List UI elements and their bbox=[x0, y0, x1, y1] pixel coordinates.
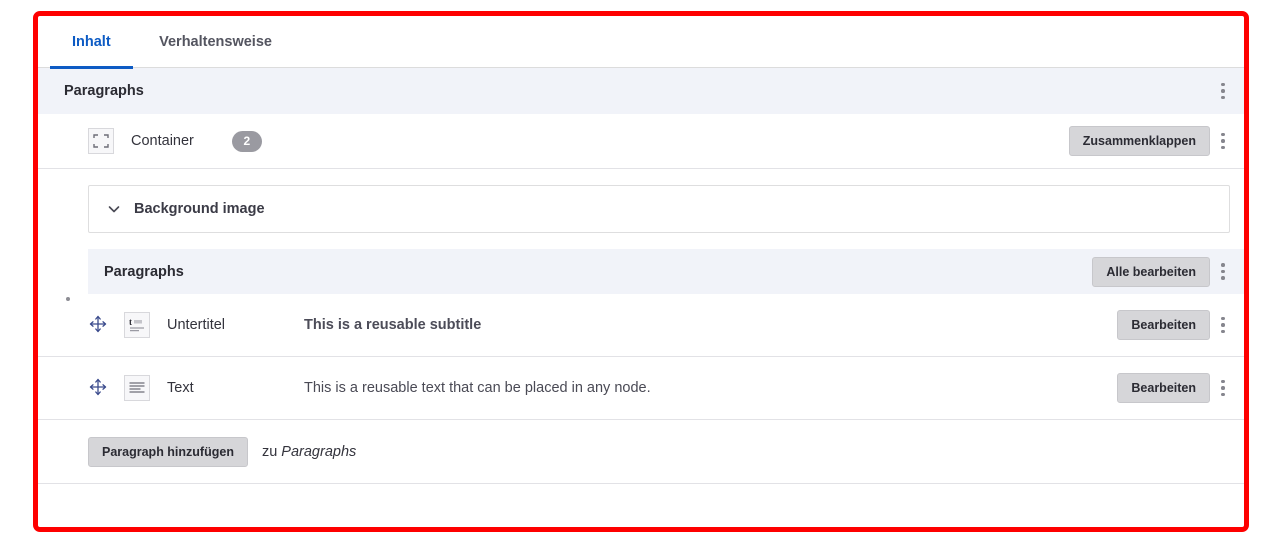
svg-text:t: t bbox=[129, 317, 132, 327]
background-image-section: Background image bbox=[38, 169, 1244, 249]
outer-paragraphs-header: Paragraphs bbox=[38, 68, 1244, 114]
kebab-menu-icon[interactable] bbox=[1210, 121, 1236, 161]
drag-marker-dot bbox=[66, 297, 70, 301]
background-image-toggle[interactable]: Background image bbox=[88, 185, 1230, 233]
tab-inhalt[interactable]: Inhalt bbox=[50, 16, 133, 69]
move-handle-icon[interactable] bbox=[88, 377, 110, 399]
tab-verhaltensweise[interactable]: Verhaltensweise bbox=[137, 16, 294, 68]
add-paragraph-target-name: Paragraphs bbox=[281, 443, 357, 460]
tab-bar: Inhalt Verhaltensweise bbox=[38, 16, 1244, 69]
add-paragraph-row: Paragraph hinzufügen zu Paragraphs bbox=[38, 420, 1244, 484]
item-type-label: Untertitel bbox=[167, 317, 226, 333]
chevron-down-icon bbox=[106, 201, 122, 217]
tab-inhalt-label: Inhalt bbox=[72, 34, 111, 50]
kebab-menu-icon[interactable] bbox=[1210, 305, 1236, 345]
list-item[interactable]: t Untertitel This is a reusable subtitle… bbox=[38, 294, 1244, 357]
edit-all-button[interactable]: Alle bearbeiten bbox=[1092, 256, 1210, 287]
outer-paragraphs-title: Paragraphs bbox=[64, 83, 144, 99]
edit-button[interactable]: Bearbeiten bbox=[1117, 310, 1210, 340]
text-icon bbox=[124, 375, 150, 401]
collapse-button[interactable]: Zusammenklappen bbox=[1068, 126, 1210, 156]
container-row[interactable]: Container 2 Zusammenklappen bbox=[38, 114, 1244, 169]
inner-paragraphs-header: Paragraphs Alle bearbeiten bbox=[88, 249, 1244, 294]
edit-button[interactable]: Bearbeiten bbox=[1117, 373, 1210, 403]
container-icon bbox=[88, 128, 114, 154]
inner-paragraphs-title: Paragraphs bbox=[104, 263, 184, 280]
kebab-menu-icon[interactable] bbox=[1210, 71, 1236, 111]
item-value: This is a reusable subtitle bbox=[304, 317, 482, 333]
add-paragraph-button[interactable]: Paragraph hinzufügen bbox=[88, 436, 248, 467]
kebab-menu-icon[interactable] bbox=[1210, 368, 1236, 408]
container-count-badge: 2 bbox=[231, 130, 262, 152]
list-item[interactable]: Text This is a reusable text that can be… bbox=[38, 357, 1244, 420]
kebab-menu-icon[interactable] bbox=[1210, 252, 1236, 292]
add-paragraph-prefix: zu bbox=[261, 443, 282, 460]
tab-verhaltensweise-label: Verhaltensweise bbox=[159, 34, 272, 50]
move-handle-icon[interactable] bbox=[88, 314, 110, 336]
background-image-label: Background image bbox=[134, 201, 265, 217]
item-type-label: Text bbox=[167, 380, 194, 396]
subtitle-icon: t bbox=[124, 312, 150, 338]
paragraphs-editor-panel: Inhalt Verhaltensweise Paragraphs Contai… bbox=[38, 16, 1244, 527]
add-paragraph-target: zu Paragraphs bbox=[262, 444, 356, 460]
container-label: Container bbox=[131, 133, 194, 149]
item-value: This is a reusable text that can be plac… bbox=[304, 380, 651, 396]
